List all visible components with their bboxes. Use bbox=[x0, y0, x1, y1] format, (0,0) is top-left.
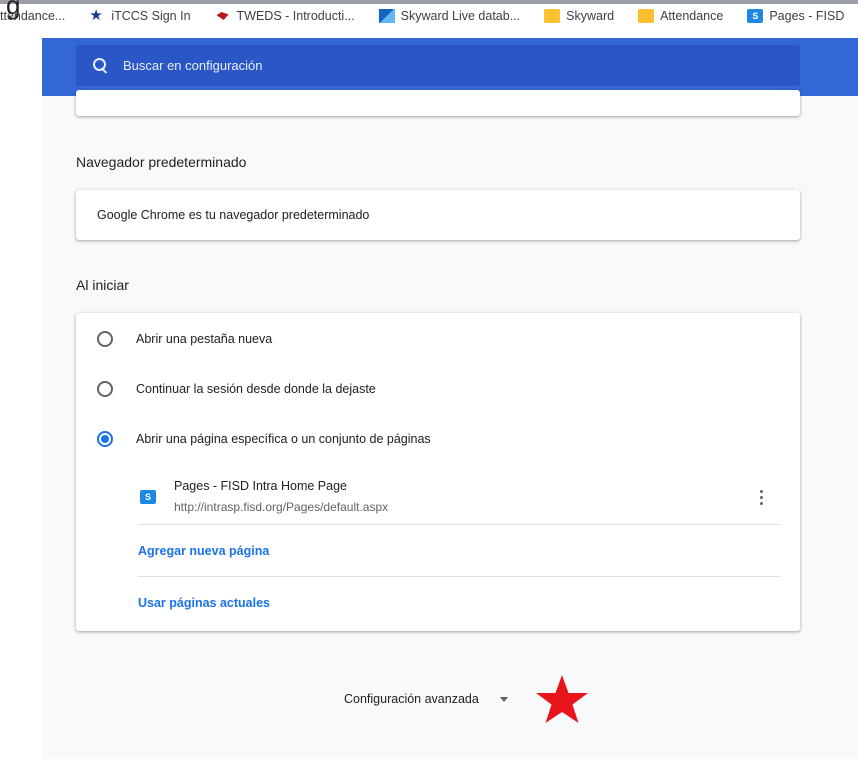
previous-section-card bbox=[76, 90, 800, 116]
search-input[interactable] bbox=[123, 58, 783, 73]
more-vert-icon[interactable] bbox=[757, 490, 765, 508]
search-box[interactable] bbox=[76, 45, 800, 86]
bookmark-attendance-1[interactable]: ttendance... bbox=[0, 9, 65, 23]
advanced-settings-button[interactable]: Configuración avanzada bbox=[344, 692, 508, 706]
radio-label: Abrir una pestaña nueva bbox=[136, 332, 273, 346]
bookmarks-bar: g ttendance... ★ iTCCS Sign In TWEDS - I… bbox=[0, 0, 858, 38]
texas-icon bbox=[215, 9, 231, 23]
search-icon bbox=[93, 57, 109, 74]
bookmark-itccs[interactable]: ★ iTCCS Sign In bbox=[89, 7, 190, 24]
radio-label: Continuar la sesión desde donde la dejas… bbox=[136, 382, 376, 396]
radio-label: Abrir una página específica o un conjunt… bbox=[136, 432, 431, 446]
bookmark-skyward-live[interactable]: Skyward Live datab... bbox=[378, 9, 520, 23]
startup-title: Al iniciar bbox=[76, 277, 129, 293]
bookmark-attendance-folder[interactable]: Attendance bbox=[638, 9, 723, 23]
settings-header bbox=[42, 38, 858, 96]
startup-page-url: http://intrasp.fisd.org/Pages/default.as… bbox=[174, 500, 389, 514]
radio-button-checked[interactable] bbox=[97, 431, 113, 447]
startup-card: Abrir una pestaña nueva Continuar la ses… bbox=[76, 313, 800, 631]
radio-button[interactable] bbox=[97, 381, 113, 397]
startup-option-continue[interactable]: Continuar la sesión desde donde la dejas… bbox=[76, 371, 800, 407]
bookmark-tweds[interactable]: TWEDS - Introducti... bbox=[215, 9, 355, 23]
add-new-page-link[interactable]: Agregar nueva página bbox=[138, 525, 780, 577]
settings-content: Navegador predeterminado Google Chrome e… bbox=[42, 90, 858, 759]
sharepoint-icon: S bbox=[140, 490, 156, 504]
use-current-pages-link[interactable]: Usar páginas actuales bbox=[138, 577, 780, 629]
default-browser-card: Google Chrome es tu navegador predetermi… bbox=[76, 190, 800, 240]
radio-button[interactable] bbox=[97, 331, 113, 347]
sharepoint-icon: S bbox=[747, 9, 764, 23]
default-browser-status: Google Chrome es tu navegador predetermi… bbox=[97, 208, 370, 222]
default-browser-title: Navegador predeterminado bbox=[76, 154, 247, 170]
star-icon: ★ bbox=[89, 7, 103, 24]
skyward-icon bbox=[378, 9, 395, 23]
startup-page-entry: S Pages - FISD Intra Home Page http://in… bbox=[138, 473, 780, 525]
folder-icon bbox=[638, 9, 655, 23]
bookmark-pages-fisd[interactable]: S Pages - FISD bbox=[747, 9, 844, 23]
folder-icon bbox=[544, 9, 561, 23]
chrome-settings-page: g ttendance... ★ iTCCS Sign In TWEDS - I… bbox=[0, 0, 858, 759]
advanced-settings-label: Configuración avanzada bbox=[344, 692, 479, 706]
bookmarks-top-border bbox=[0, 0, 858, 4]
startup-option-new-tab[interactable]: Abrir una pestaña nueva bbox=[76, 321, 800, 357]
bookmark-skyward-folder[interactable]: Skyward bbox=[544, 9, 614, 23]
red-star-annotation-icon bbox=[536, 675, 588, 723]
startup-page-name: Pages - FISD Intra Home Page bbox=[174, 479, 347, 493]
chevron-down-icon bbox=[499, 696, 508, 702]
startup-option-specific-pages[interactable]: Abrir una página específica o un conjunt… bbox=[76, 421, 800, 457]
